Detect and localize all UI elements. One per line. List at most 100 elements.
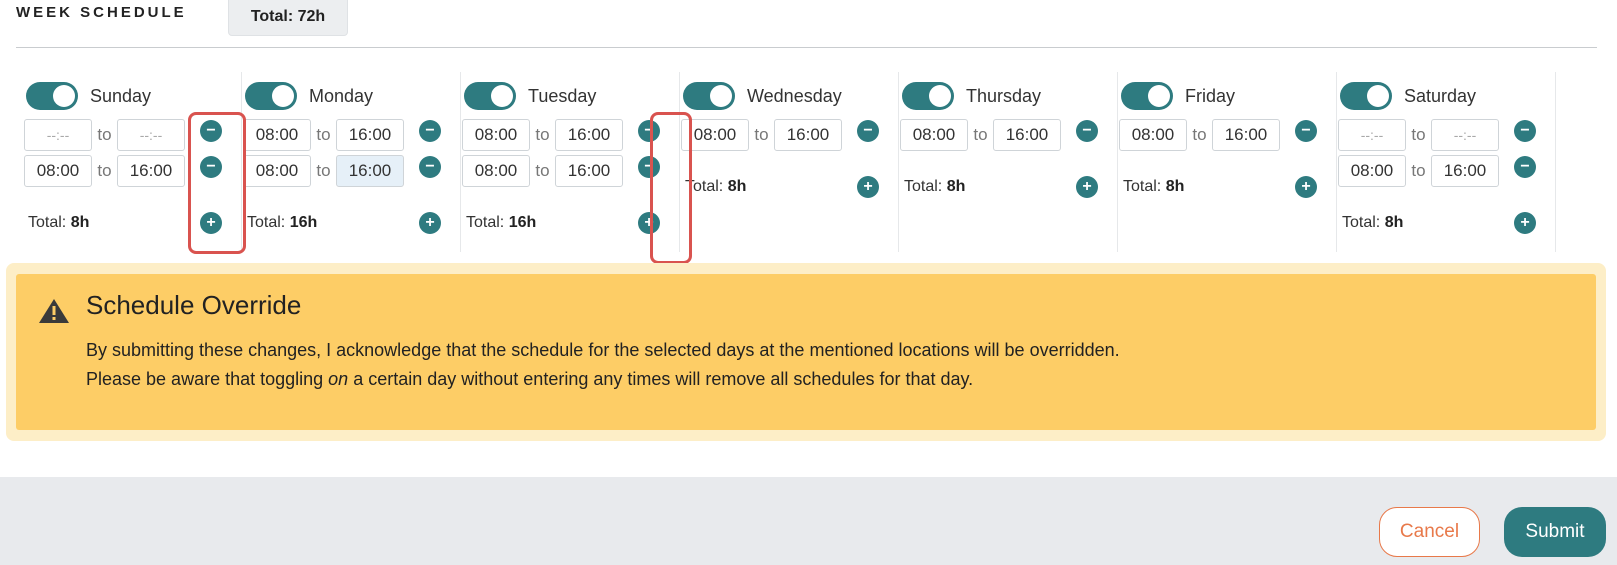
day-total: Total: 16h [466, 214, 536, 232]
to-time-input[interactable]: 16:00 [1431, 155, 1499, 187]
day-monday: Monday 08:00 to 16:00 − 08:00 to 16:00 −… [235, 72, 461, 252]
day-total-value: 8h [946, 178, 966, 195]
time-slot: 08:00 to 16:00 [681, 118, 842, 152]
add-slot-button[interactable]: + [1076, 176, 1098, 198]
day-total-value: 8h [1384, 214, 1404, 231]
plus-icon: + [1082, 178, 1092, 195]
day-total-label: Total: [247, 214, 286, 231]
day-toggle[interactable] [464, 82, 516, 110]
add-slot-button[interactable]: + [1295, 176, 1317, 198]
minus-icon: − [1301, 122, 1311, 139]
to-label: to [535, 161, 550, 180]
to-time-input[interactable]: 16:00 [555, 155, 623, 187]
remove-slot-button[interactable]: − [857, 120, 879, 142]
day-total-value: 16h [289, 214, 318, 231]
minus-icon: − [1520, 158, 1530, 175]
day-toggle[interactable] [1121, 82, 1173, 110]
day-name: Sunday [90, 85, 152, 106]
alert-emphasis: on [328, 369, 349, 389]
day-name: Saturday [1404, 85, 1477, 106]
plus-icon: + [863, 178, 873, 195]
day-toggle[interactable] [683, 82, 735, 110]
day-saturday: Saturday --:-- to --:-- − 08:00 to 16:00… [1330, 72, 1556, 252]
to-label: to [973, 125, 988, 144]
to-time-input[interactable]: 16:00 [117, 155, 185, 187]
submit-button[interactable]: Submit [1504, 507, 1606, 557]
toggle-knob [710, 85, 732, 107]
from-time-input[interactable]: --:-- [24, 119, 92, 151]
time-slot: 08:00 to 16:00 [243, 118, 404, 152]
to-label: to [535, 125, 550, 144]
day-toggle[interactable] [1340, 82, 1392, 110]
day-name: Monday [309, 85, 374, 106]
plus-icon: + [425, 214, 435, 231]
to-time-input[interactable]: 16:00 [336, 155, 404, 187]
footer-bar [0, 477, 1617, 565]
add-slot-button[interactable]: + [419, 212, 441, 234]
minus-icon: − [1082, 122, 1092, 139]
day-toggle[interactable] [26, 82, 78, 110]
to-label: to [97, 161, 112, 180]
from-time-input[interactable]: --:-- [1338, 119, 1406, 151]
to-time-input[interactable]: 16:00 [993, 119, 1061, 151]
remove-slot-button[interactable]: − [1076, 120, 1098, 142]
day-total: Total: 8h [1123, 178, 1184, 196]
day-toggle[interactable] [902, 82, 954, 110]
time-slot: 08:00 to 16:00 [1119, 118, 1280, 152]
from-time-input[interactable]: 08:00 [900, 119, 968, 151]
alert-title: Schedule Override [86, 290, 302, 320]
day-total-value: 8h [727, 178, 747, 195]
from-time-input[interactable]: 08:00 [1119, 119, 1187, 151]
to-label: to [1192, 125, 1207, 144]
remove-slot-button[interactable]: − [1514, 156, 1536, 178]
to-label: to [316, 161, 331, 180]
week-total-badge: Total: 72h [228, 0, 348, 36]
time-slot: 08:00 to 16:00 [1338, 154, 1499, 188]
highlight-box [188, 112, 246, 254]
from-time-input[interactable]: 08:00 [243, 155, 311, 187]
divider [16, 47, 1597, 48]
from-time-input[interactable]: 08:00 [462, 119, 530, 151]
header: WEEK SCHEDULE Total: 72h [0, 0, 1617, 48]
to-time-input[interactable]: 16:00 [336, 119, 404, 151]
remove-slot-button[interactable]: − [1295, 120, 1317, 142]
from-time-input[interactable]: 08:00 [462, 155, 530, 187]
from-time-input[interactable]: 08:00 [1338, 155, 1406, 187]
remove-slot-button[interactable]: − [419, 120, 441, 142]
toggle-knob [929, 85, 951, 107]
cancel-button[interactable]: Cancel [1379, 507, 1480, 557]
to-label: to [1411, 161, 1426, 180]
day-total: Total: 8h [685, 178, 746, 196]
day-total: Total: 8h [904, 178, 965, 196]
to-time-input[interactable]: 16:00 [555, 119, 623, 151]
day-total: Total: 8h [28, 214, 89, 232]
toggle-knob [1148, 85, 1170, 107]
remove-slot-button[interactable]: − [1514, 120, 1536, 142]
from-time-input[interactable]: 08:00 [24, 155, 92, 187]
add-slot-button[interactable]: + [1514, 212, 1536, 234]
to-time-input[interactable]: 16:00 [1212, 119, 1280, 151]
highlight-box [650, 112, 692, 264]
alert-text: a certain day without entering any times… [348, 369, 974, 389]
time-slot: 08:00 to 16:00 [462, 154, 623, 188]
day-total-value: 8h [70, 214, 90, 231]
to-time-input[interactable]: --:-- [1431, 119, 1499, 151]
day-toggle[interactable] [245, 82, 297, 110]
from-time-input[interactable]: 08:00 [243, 119, 311, 151]
to-time-input[interactable]: 16:00 [774, 119, 842, 151]
to-time-input[interactable]: --:-- [117, 119, 185, 151]
minus-icon: − [1520, 122, 1530, 139]
day-tuesday: Tuesday 08:00 to 16:00 − 08:00 to 16:00 … [454, 72, 680, 252]
remove-slot-button[interactable]: − [419, 156, 441, 178]
to-label: to [1411, 125, 1426, 144]
alert-text: Please be aware that toggling [86, 369, 329, 389]
to-label: to [754, 125, 769, 144]
add-slot-button[interactable]: + [857, 176, 879, 198]
day-name: Friday [1185, 85, 1236, 106]
to-label: to [316, 125, 331, 144]
day-thursday: Thursday 08:00 to 16:00 − Total: 8h + [892, 72, 1118, 252]
day-name: Tuesday [528, 85, 597, 106]
plus-icon: + [1520, 214, 1530, 231]
day-total-label: Total: [28, 214, 67, 231]
toggle-knob [491, 85, 513, 107]
